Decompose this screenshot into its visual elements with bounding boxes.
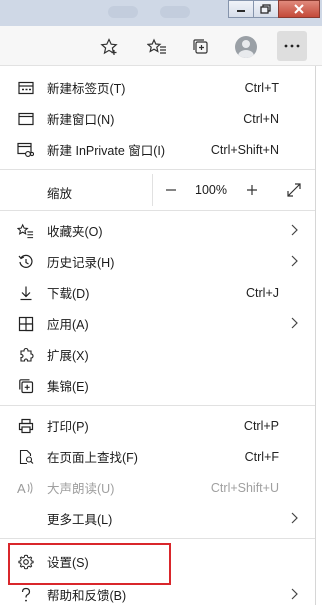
favorites-button[interactable] (146, 36, 168, 58)
collections-icon (193, 39, 208, 54)
menu-item-label: 帮助和反馈(B) (47, 589, 127, 603)
menu-divider (0, 169, 315, 170)
menu-item-favorites[interactable]: 收藏夹(O) (0, 215, 315, 246)
svg-text:A: A (17, 481, 26, 496)
shortcut-label: Ctrl+Shift+U (210, 480, 279, 495)
read-aloud-icon: A (17, 479, 34, 496)
favorites-list-icon (17, 222, 34, 239)
favorites-icon (147, 38, 166, 54)
apps-icon (17, 315, 34, 332)
menu-item-read-aloud[interactable]: A 大声朗读(U) Ctrl+Shift+U (0, 472, 315, 503)
new-tab-icon (17, 79, 34, 96)
close-window-button[interactable] (278, 0, 320, 18)
close-icon (294, 4, 304, 14)
menu-item-new-window[interactable]: 新建窗口(N) Ctrl+N (0, 103, 315, 134)
menu-item-collections[interactable]: 集锦(E) (0, 370, 315, 401)
plus-icon (247, 185, 257, 195)
menu-item-label: 新建标签页(T) (47, 82, 126, 96)
restore-button[interactable] (253, 0, 279, 18)
menu-item-label: 在页面上查找(F) (47, 451, 138, 465)
menu-item-label: 新建窗口(N) (47, 113, 115, 127)
menu-divider (0, 210, 315, 211)
chevron-right-icon (291, 588, 298, 600)
fullscreen-icon (287, 183, 301, 197)
menu-item-label: 打印(P) (47, 420, 89, 434)
minus-icon (166, 189, 176, 191)
minimize-icon (237, 10, 245, 12)
menu-item-label: 新建 InPrivate 窗口(I) (47, 144, 166, 158)
chevron-right-icon (291, 255, 298, 267)
zoom-divider (152, 174, 153, 206)
menu-item-label: 大声朗读(U) (47, 482, 115, 496)
shortcut-label: Ctrl+F (244, 449, 279, 464)
shortcut-label: Ctrl+P (243, 418, 279, 433)
menu-item-label: 收藏夹(O) (47, 225, 103, 239)
zoom-row: 缩放 100% (0, 174, 315, 206)
chevron-right-icon (291, 512, 298, 524)
restore-icon (260, 4, 271, 14)
menu-item-label: 下载(D) (47, 287, 90, 301)
collections-button[interactable] (190, 36, 212, 58)
extensions-icon (17, 346, 34, 363)
collections-icon (17, 377, 34, 394)
menu-item-history[interactable]: 历史记录(H) (0, 246, 315, 277)
zoom-level: 100% (195, 183, 227, 197)
history-icon (17, 253, 34, 270)
add-favorite-button[interactable] (98, 36, 120, 58)
profile-button[interactable] (235, 36, 257, 58)
menu-item-new-inprivate-window[interactable]: 新建 InPrivate 窗口(I) Ctrl+Shift+N (0, 134, 315, 165)
menu-divider (0, 405, 315, 406)
minimize-button[interactable] (228, 0, 254, 18)
shortcut-label: Ctrl+Shift+N (210, 142, 279, 157)
menu-item-extensions[interactable]: 扩展(X) (0, 339, 315, 370)
star-add-icon (100, 38, 118, 55)
menu-item-label: 历史记录(H) (47, 256, 115, 270)
settings-menu: 新建标签页(T) Ctrl+T 新建窗口(N) Ctrl+N 新建 InPriv… (0, 66, 316, 605)
zoom-label: 缩放 (47, 187, 73, 201)
help-icon (17, 586, 34, 603)
find-on-page-icon (17, 448, 34, 465)
download-icon (17, 284, 34, 301)
menu-item-new-tab[interactable]: 新建标签页(T) Ctrl+T (0, 72, 315, 103)
menu-item-more-tools[interactable]: 更多工具(L) (0, 503, 315, 534)
zoom-in-button[interactable] (243, 181, 261, 199)
zoom-out-button[interactable] (162, 181, 180, 199)
shortcut-label: Ctrl+N (243, 111, 279, 126)
more-icon (284, 44, 300, 48)
menu-item-apps[interactable]: 应用(A) (0, 308, 315, 339)
menu-item-label: 更多工具(L) (47, 513, 113, 527)
menu-item-label: 应用(A) (47, 318, 89, 332)
menu-divider (0, 538, 315, 539)
browser-toolbar (0, 26, 322, 66)
shortcut-label: Ctrl+J (246, 285, 279, 300)
inprivate-icon (17, 141, 34, 158)
menu-item-downloads[interactable]: 下载(D) Ctrl+J (0, 277, 315, 308)
fullscreen-button[interactable] (285, 181, 303, 199)
title-bar (0, 0, 322, 26)
shortcut-label: Ctrl+T (244, 80, 279, 95)
window-controls (228, 0, 320, 20)
menu-item-label: 扩展(X) (47, 349, 89, 363)
title-blur (108, 6, 138, 18)
new-window-icon (17, 110, 34, 127)
menu-item-find-on-page[interactable]: 在页面上查找(F) Ctrl+F (0, 441, 315, 472)
chevron-right-icon (291, 224, 298, 236)
settings-and-more-button[interactable] (277, 31, 307, 61)
title-blur (160, 6, 190, 18)
profile-icon (235, 36, 257, 58)
settings-highlight-box (8, 543, 171, 585)
menu-item-print[interactable]: 打印(P) Ctrl+P (0, 410, 315, 441)
print-icon (17, 417, 34, 434)
menu-item-label: 集锦(E) (47, 380, 89, 394)
chevron-right-icon (291, 317, 298, 329)
